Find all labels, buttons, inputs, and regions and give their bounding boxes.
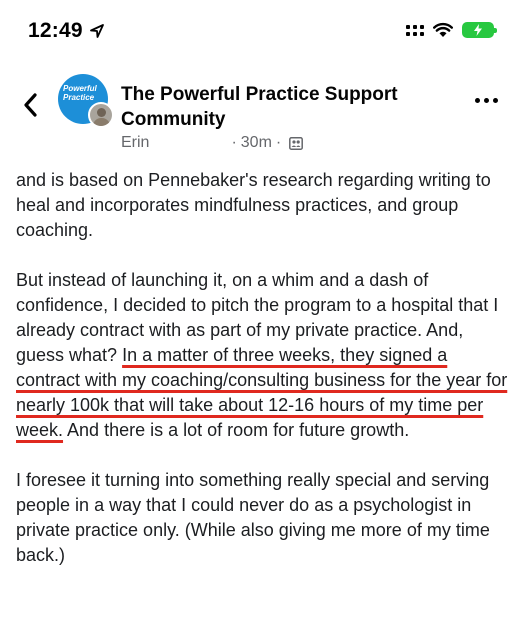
post-time[interactable]: 30m <box>241 134 272 152</box>
signal-dots-icon <box>406 23 424 37</box>
wifi-icon <box>433 22 453 37</box>
more-horizontal-icon[interactable] <box>475 98 498 103</box>
post-paragraph-3: I foresee it turning into something real… <box>16 470 490 565</box>
post-header: Powerful Practice The Powerful Practice … <box>0 70 518 160</box>
post-paragraph-1: and is based on Pennebaker's research re… <box>16 170 491 240</box>
location-arrow-icon <box>89 24 104 38</box>
post-meta: Erin · 30m · <box>121 134 304 152</box>
status-time: 12:49 <box>28 19 105 43</box>
post-paragraph-2-end: And there is a lot of room for future gr… <box>63 420 410 440</box>
status-bar: 12:49 <box>0 0 518 62</box>
post-paragraph-2: But instead of launching it, on a whim a… <box>16 268 512 443</box>
author-avatar[interactable] <box>88 102 114 128</box>
battery-charging-icon <box>462 22 497 38</box>
group-avatar-wrap[interactable]: Powerful Practice <box>58 74 114 128</box>
meta-separator: · <box>231 134 237 151</box>
group-avatar-text: Powerful Practice <box>63 84 97 102</box>
members-icon <box>289 136 304 150</box>
group-name[interactable]: The Powerful Practice Support Community <box>121 82 451 132</box>
author-name[interactable]: Erin <box>121 134 149 152</box>
lightning-icon <box>474 24 482 36</box>
status-indicators <box>406 22 497 38</box>
post-body: and is based on Pennebaker's research re… <box>16 168 512 593</box>
meta-separator-2: · <box>275 134 282 151</box>
status-time-text: 12:49 <box>28 19 83 42</box>
chevron-left-icon[interactable] <box>22 92 40 118</box>
